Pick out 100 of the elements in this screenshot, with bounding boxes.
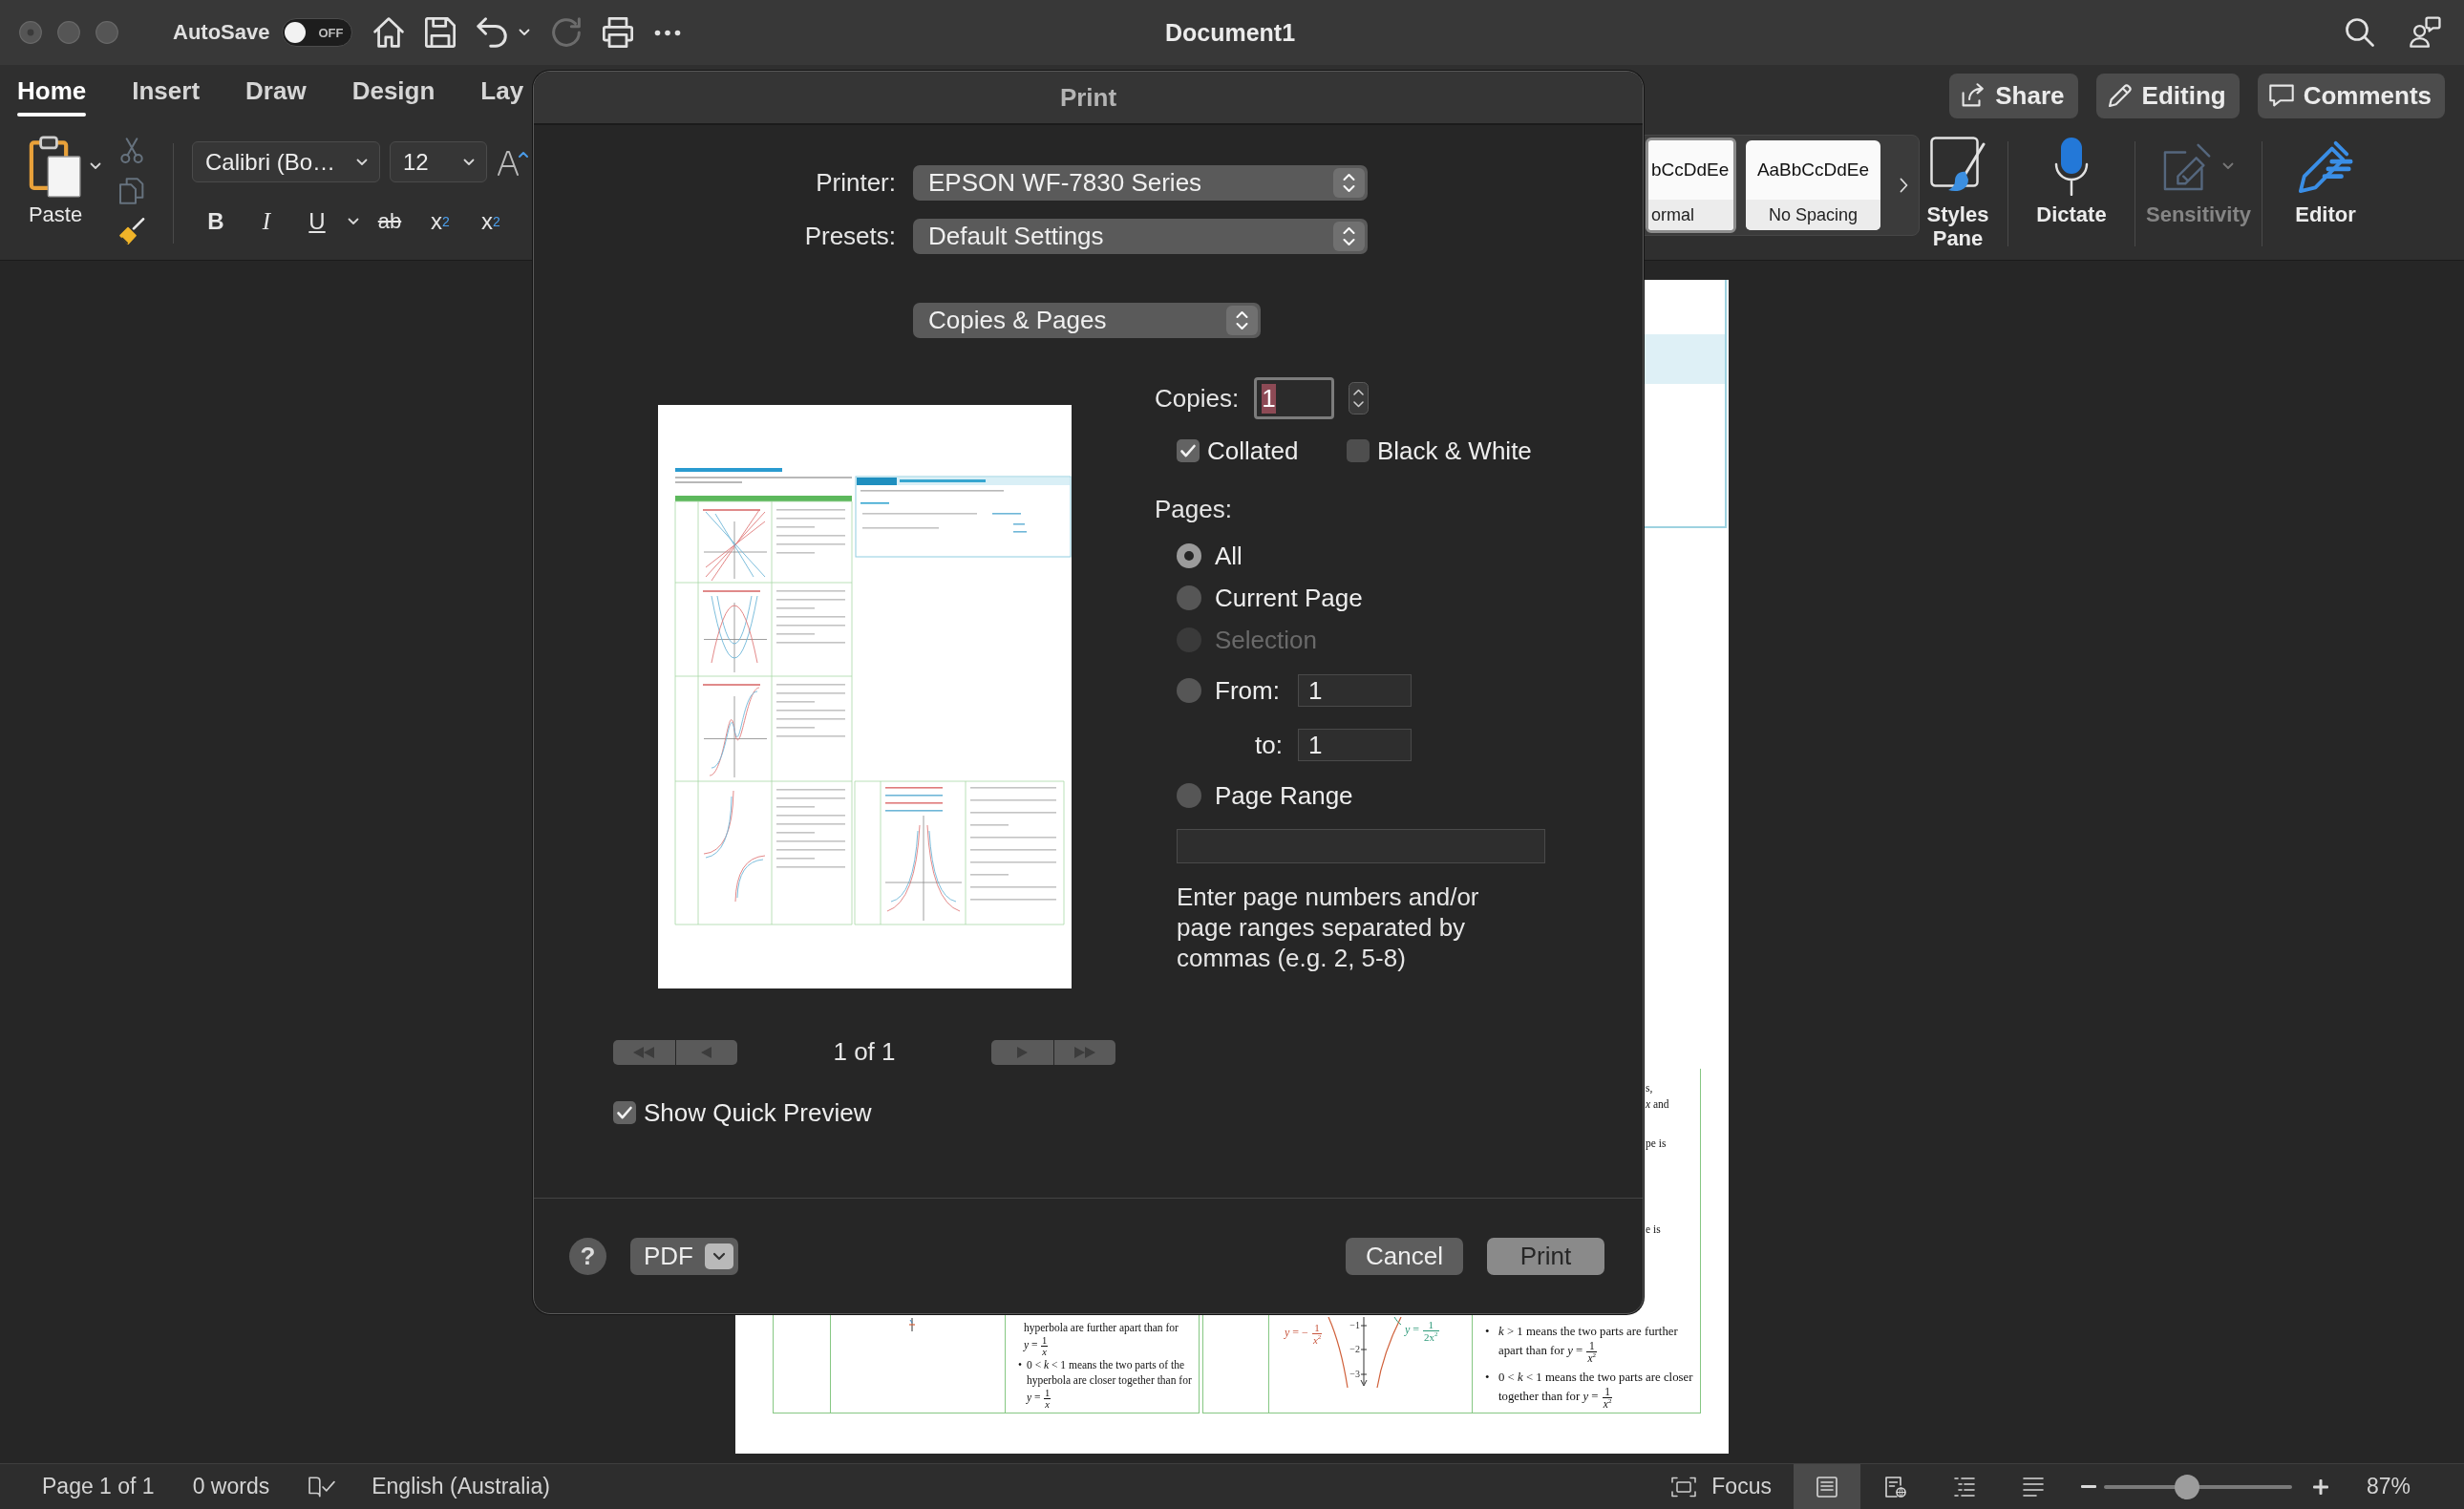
copies-field[interactable]: 1 bbox=[1254, 377, 1335, 419]
underline-button[interactable]: U bbox=[297, 202, 337, 241]
focus-button[interactable]: Focus bbox=[1671, 1474, 1772, 1499]
up-down-arrows-icon bbox=[1333, 168, 1365, 198]
print-layout-button[interactable] bbox=[1793, 1464, 1860, 1509]
left-triangle-icon bbox=[701, 1046, 712, 1058]
autosave-label: AutoSave bbox=[173, 20, 270, 45]
font-name-dropdown[interactable]: Calibri (Bo… bbox=[192, 141, 380, 182]
double-left-triangle-icon bbox=[633, 1046, 655, 1058]
page-range-field[interactable] bbox=[1177, 829, 1545, 863]
checkbox-label[interactable]: Collated bbox=[1207, 437, 1299, 464]
ribbon-tab[interactable]: Design bbox=[351, 65, 435, 126]
autosave-switch[interactable]: OFF bbox=[282, 18, 353, 47]
presets-dropdown[interactable]: Default Settings bbox=[913, 219, 1368, 254]
undo-icon[interactable] bbox=[477, 17, 508, 48]
pencil-icon bbox=[2107, 83, 2133, 108]
font-size-dropdown[interactable]: 12 bbox=[390, 141, 487, 182]
caret-icon[interactable] bbox=[90, 162, 101, 170]
dialog-button[interactable]: Cancel bbox=[1346, 1237, 1463, 1275]
graph-drawing bbox=[908, 1318, 916, 1331]
field-label: Presets: bbox=[803, 222, 896, 251]
microphone-icon bbox=[2054, 137, 2089, 196]
search-icon[interactable] bbox=[2346, 18, 2374, 47]
caret-icon[interactable] bbox=[519, 29, 531, 36]
house-icon[interactable] bbox=[373, 17, 405, 48]
text-fragment: e is bbox=[1646, 1222, 1661, 1237]
chevron-right-icon[interactable] bbox=[1900, 178, 1908, 193]
section-dropdown[interactable]: Copies & Pages bbox=[913, 303, 1261, 338]
corner-brackets-icon bbox=[1671, 1476, 1697, 1498]
language-label[interactable]: English (Australia) bbox=[372, 1474, 550, 1499]
radio-button[interactable] bbox=[1177, 543, 1201, 568]
checkbox[interactable] bbox=[1347, 439, 1370, 462]
checkbox[interactable] bbox=[613, 1101, 636, 1124]
slider-thumb[interactable] bbox=[2174, 1474, 2199, 1499]
ribbon-tab[interactable]: Lay bbox=[480, 65, 524, 126]
radio-label[interactable]: Current Page bbox=[1215, 585, 1363, 610]
bold-button[interactable]: B bbox=[196, 202, 236, 241]
person-speech-icon[interactable] bbox=[2409, 16, 2441, 49]
clipboard-icon[interactable] bbox=[29, 135, 82, 199]
paste-label[interactable]: Paste bbox=[28, 202, 83, 227]
dictate-button[interactable]: Dictate bbox=[2020, 136, 2123, 226]
italic-button[interactable]: I bbox=[246, 202, 287, 241]
share-arrow-icon bbox=[1961, 83, 1986, 108]
radio-button[interactable] bbox=[1177, 678, 1201, 703]
radio-label[interactable]: Page Range bbox=[1215, 783, 1353, 808]
pdf-button[interactable]: PDF bbox=[630, 1237, 738, 1275]
ribbon-tab[interactable]: Insert bbox=[132, 65, 201, 126]
radio-label[interactable]: All bbox=[1215, 543, 1243, 568]
page-from-field[interactable]: 1 bbox=[1298, 674, 1412, 707]
bullet-list-icon bbox=[1953, 1476, 1975, 1498]
radio-label[interactable]: From: bbox=[1215, 678, 1283, 703]
text-fragment: pe is bbox=[1646, 1137, 1667, 1152]
hint-text: Enter page numbers and/or page ranges separated by commas (e.g. 2, 5-8) bbox=[1177, 882, 1480, 973]
share-button[interactable]: Share bbox=[1949, 73, 2078, 118]
ribbon-tab[interactable]: Home bbox=[17, 65, 87, 126]
dialog-title: Print bbox=[534, 72, 1643, 125]
window-title: Document1 bbox=[1164, 18, 1296, 47]
field-label: Copies: bbox=[1155, 384, 1240, 413]
caret-icon[interactable] bbox=[348, 218, 359, 225]
comments-button[interactable]: Comments bbox=[2257, 73, 2445, 118]
minus-icon[interactable] bbox=[2080, 1485, 2096, 1488]
plus-icon[interactable] bbox=[2312, 1478, 2328, 1495]
field-label: to: bbox=[1254, 733, 1283, 757]
zoom-level[interactable]: 87% bbox=[2366, 1474, 2411, 1499]
checkbox[interactable] bbox=[1177, 439, 1200, 462]
style-card[interactable]: bCcDdEe ormal bbox=[1646, 138, 1736, 233]
caret-icon bbox=[463, 158, 475, 166]
radio-button[interactable] bbox=[1177, 585, 1201, 610]
dialog-button[interactable]: Print bbox=[1487, 1237, 1604, 1275]
paintbrush-icon[interactable] bbox=[118, 218, 145, 244]
stepper[interactable] bbox=[1349, 382, 1370, 414]
checkbox-label[interactable]: Black & White bbox=[1377, 437, 1532, 464]
style-name: ormal bbox=[1648, 200, 1733, 230]
book-check-icon[interactable] bbox=[308, 1475, 336, 1498]
text-lines-icon bbox=[2022, 1476, 2044, 1498]
printer-icon[interactable] bbox=[603, 17, 634, 48]
more-icon[interactable] bbox=[654, 29, 682, 36]
caret-icon bbox=[705, 1243, 733, 1269]
checkbox-label[interactable]: Show Quick Preview bbox=[644, 1099, 872, 1126]
printer-dropdown[interactable]: EPSON WF-7830 Series bbox=[913, 165, 1368, 201]
word-count[interactable]: 0 words bbox=[192, 1474, 270, 1499]
style-name: No Spacing bbox=[1746, 200, 1880, 230]
page-count[interactable]: Page 1 of 1 bbox=[42, 1474, 155, 1499]
speech-bubble-icon bbox=[2268, 83, 2294, 108]
radio-button[interactable] bbox=[1177, 783, 1201, 808]
page-to-field[interactable]: 1 bbox=[1298, 729, 1412, 761]
caret-icon bbox=[356, 158, 368, 166]
ribbon-tab[interactable]: Draw bbox=[245, 65, 307, 126]
field-label: Printer: bbox=[815, 168, 896, 198]
superscript-button[interactable]: x$^{2}$ bbox=[471, 202, 511, 241]
strikethrough-button[interactable]: ab bbox=[370, 202, 410, 241]
styles-pane-button[interactable]: Styles Pane bbox=[1920, 136, 1996, 250]
style-sample: AaBbCcDdEe bbox=[1755, 159, 1871, 181]
section-label: Pages: bbox=[1155, 495, 1232, 523]
style-card[interactable]: AaBbCcDdEe No Spacing bbox=[1746, 140, 1880, 230]
up-down-arrows-icon bbox=[1226, 306, 1258, 335]
editor-button[interactable]: Editor bbox=[2274, 136, 2377, 226]
editing-button[interactable]: Editing bbox=[2095, 73, 2240, 118]
double-right-triangle-icon bbox=[1073, 1046, 1095, 1058]
help-button[interactable]: ? bbox=[569, 1237, 606, 1275]
